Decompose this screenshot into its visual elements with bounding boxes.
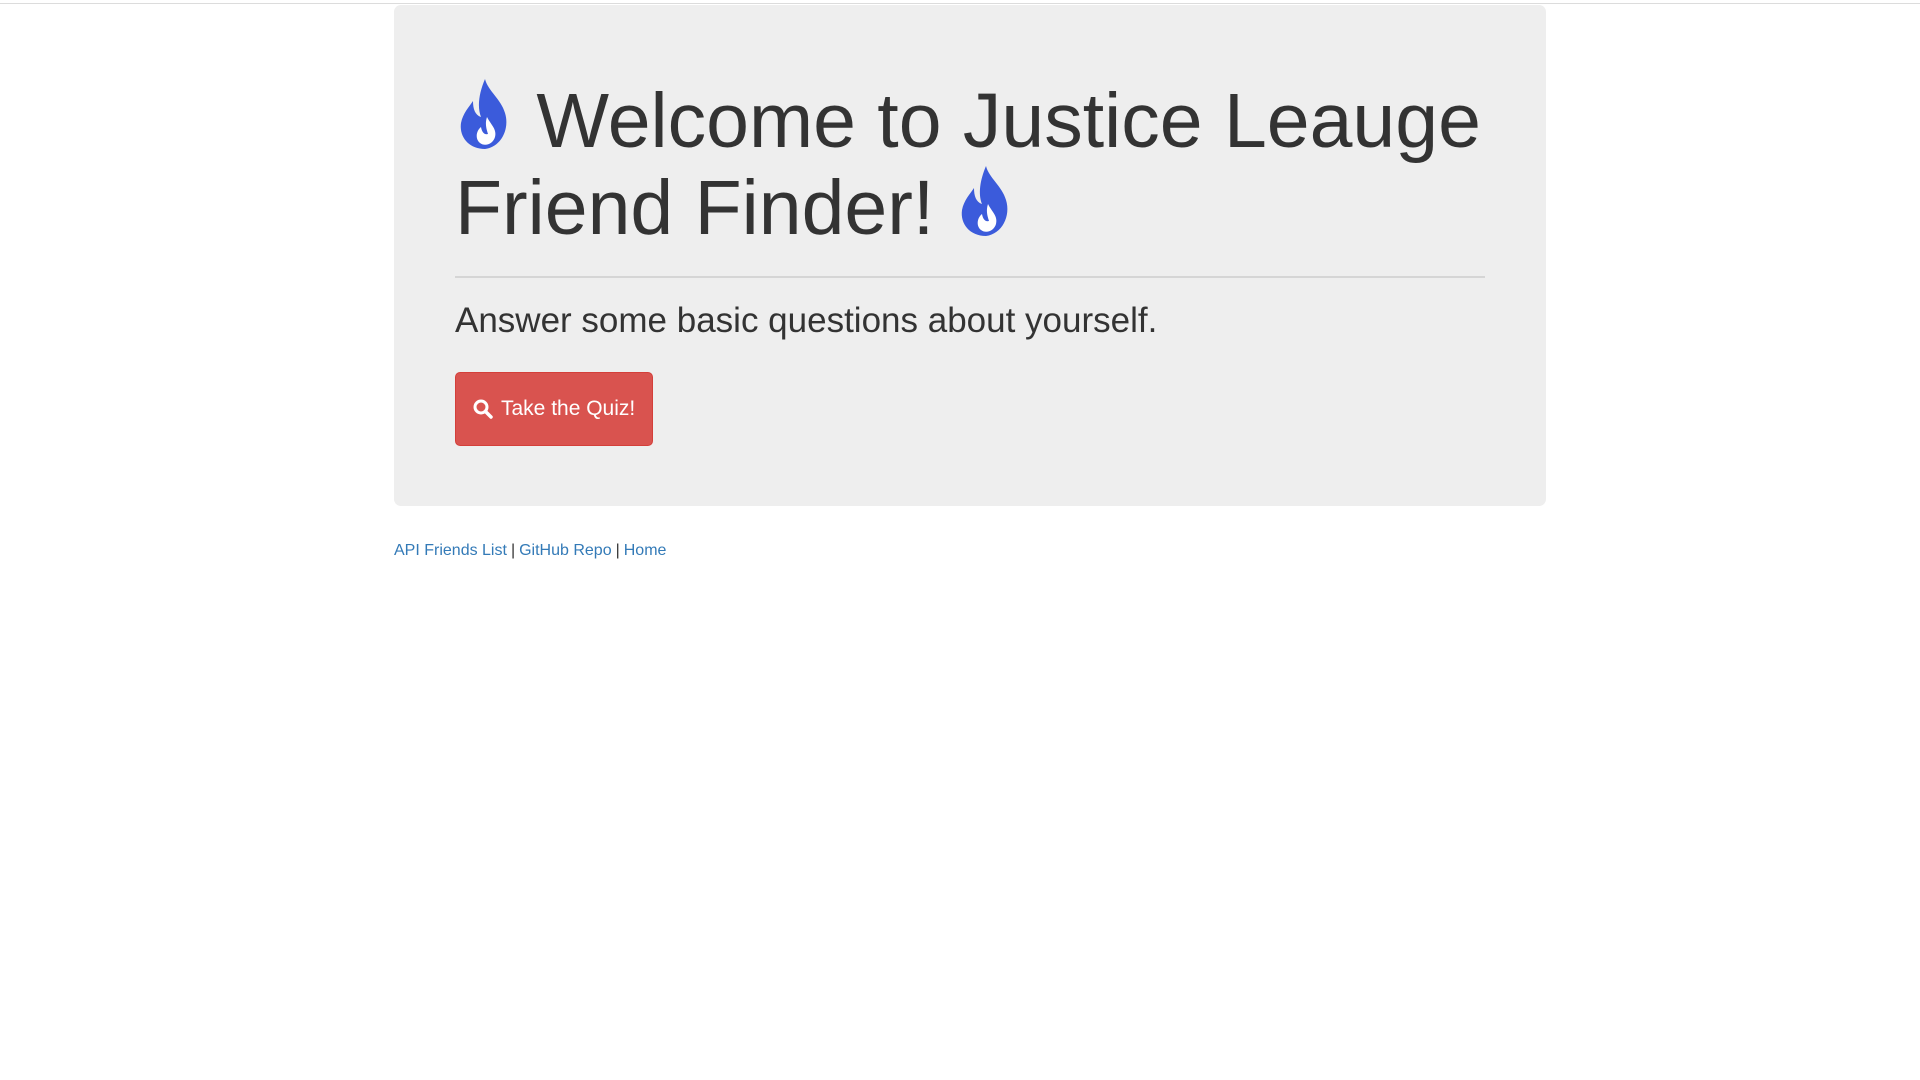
title-divider [455, 276, 1485, 278]
footer-separator: | [510, 542, 516, 559]
footer-separator: | [615, 542, 620, 559]
take-quiz-label: Take the Quiz! [501, 397, 636, 420]
fire-icon [956, 164, 1016, 238]
github-repo-link[interactable]: GitHub Repo [519, 542, 612, 559]
home-link[interactable]: Home [624, 542, 667, 559]
take-quiz-button[interactable]: Take the Quiz! [455, 372, 654, 446]
title-line-1: Welcome to Justice Leauge [536, 78, 1481, 164]
fire-icon [455, 77, 515, 151]
title-line-2: Friend Finder! [455, 165, 935, 251]
page-title: Welcome to Justice Leauge Friend Finder! [455, 77, 1485, 251]
page-container: Welcome to Justice Leauge Friend Finder!… [394, 5, 1546, 560]
search-icon [473, 399, 493, 419]
api-friends-list-link[interactable]: API Friends List [394, 542, 507, 559]
top-divider [0, 0, 1920, 4]
footer-links: API Friends List | GitHub Repo | Home [394, 542, 1546, 560]
jumbotron-panel: Welcome to Justice Leauge Friend Finder!… [394, 5, 1546, 506]
lead-text: Answer some basic questions about yourse… [455, 301, 1158, 340]
